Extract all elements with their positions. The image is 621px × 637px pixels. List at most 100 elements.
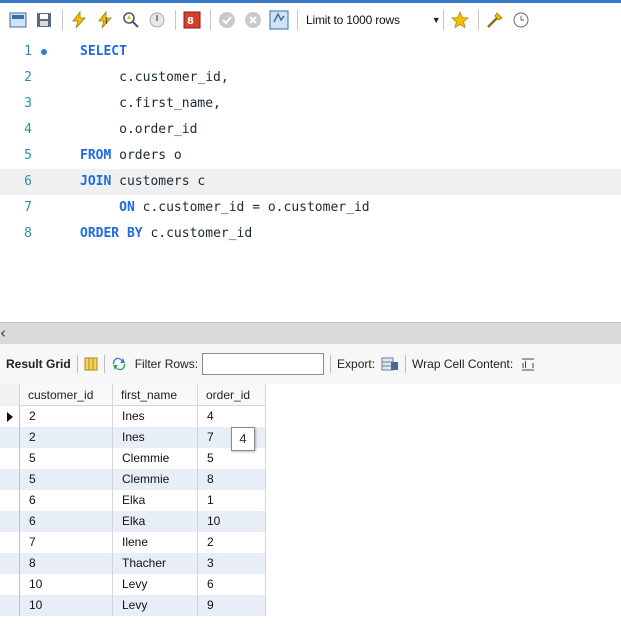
result-grid-tab[interactable]: Result Grid xyxy=(6,357,71,371)
row-selector[interactable] xyxy=(0,595,20,616)
toolbar-separator xyxy=(477,10,479,30)
table-row[interactable]: 5 Clemmie 8 xyxy=(0,469,266,490)
table-cell[interactable]: 10 xyxy=(198,511,266,532)
table-cell[interactable]: Ilene xyxy=(113,532,198,553)
table-cell[interactable]: 7 xyxy=(20,532,113,553)
code-text: c.first_name, xyxy=(80,96,221,111)
table-row[interactable]: 7 Ilene 2 xyxy=(0,532,266,553)
filter-refresh-icon[interactable] xyxy=(111,357,127,371)
sql-editor[interactable]: 1 SELECT 2 c.customer_id, 3 c.first_name… xyxy=(0,37,621,322)
form-editor-icon[interactable] xyxy=(84,357,98,371)
clock-icon[interactable] xyxy=(511,10,531,30)
table-row[interactable]: 6 Elka 1 xyxy=(0,490,266,511)
line-number: 6 xyxy=(24,174,32,189)
row-selector[interactable] xyxy=(0,490,20,511)
column-header-order-id[interactable]: order_id xyxy=(198,384,266,406)
table-cell[interactable]: 2 xyxy=(20,427,113,448)
row-selector[interactable] xyxy=(0,553,20,574)
table-cell[interactable]: 5 xyxy=(20,469,113,490)
row-selector[interactable] xyxy=(0,511,20,532)
statement-marker-icon xyxy=(41,49,47,55)
table-cell[interactable]: 9 xyxy=(198,595,266,616)
execute-current-icon[interactable]: I xyxy=(95,10,115,30)
table-cell[interactable]: 5 xyxy=(198,448,266,469)
svg-text:I: I xyxy=(524,360,527,371)
code-line: 7 ON c.customer_id = o.customer_id xyxy=(0,195,621,221)
table-cell[interactable]: 2 xyxy=(20,406,113,427)
table-cell[interactable]: Elka xyxy=(113,511,198,532)
table-row[interactable]: 2 Ines 7 xyxy=(0,427,266,448)
code-text: o.order_id xyxy=(80,122,198,137)
table-row[interactable]: 2 Ines 4 xyxy=(0,406,266,427)
table-cell[interactable]: Elka xyxy=(113,490,198,511)
code-text: c.customer_id, xyxy=(80,70,229,85)
table-cell[interactable]: 4 xyxy=(198,406,266,427)
explain-icon[interactable] xyxy=(121,10,141,30)
table-row[interactable]: 10 Levy 6 xyxy=(0,574,266,595)
svg-text:I: I xyxy=(105,17,108,27)
code-line: 3 c.first_name, xyxy=(0,91,621,117)
result-grid[interactable]: customer_id first_name order_id 2 Ines 4… xyxy=(0,384,621,637)
sql-editor-toolbar: I 8 Limit to 1000 rows ▼ xyxy=(0,3,621,37)
table-row[interactable]: 8 Thacher 3 xyxy=(0,553,266,574)
table-cell[interactable]: Ines xyxy=(113,406,198,427)
table-cell[interactable]: 3 xyxy=(198,553,266,574)
table-cell[interactable]: 6 xyxy=(20,490,113,511)
export-icon[interactable] xyxy=(381,356,399,372)
table-cell[interactable]: Levy xyxy=(113,595,198,616)
row-selector[interactable] xyxy=(0,574,20,595)
table-cell[interactable]: 5 xyxy=(20,448,113,469)
commit-icon[interactable] xyxy=(217,10,237,30)
stop-icon[interactable] xyxy=(147,10,167,30)
code-line: 1 SELECT xyxy=(0,39,621,65)
filter-rows-input[interactable] xyxy=(202,353,325,375)
column-header-first-name[interactable]: first_name xyxy=(113,384,198,406)
open-folder-icon[interactable] xyxy=(8,10,28,30)
scroll-left-icon[interactable]: ‹ xyxy=(0,323,6,343)
save-icon[interactable] xyxy=(34,10,54,30)
table-row[interactable]: 10 Levy 9 xyxy=(0,595,266,616)
table-cell[interactable]: 8 xyxy=(20,553,113,574)
svg-text:8: 8 xyxy=(187,16,194,27)
line-number: 5 xyxy=(24,148,32,163)
table-cell[interactable]: Ines xyxy=(113,427,198,448)
code-text: JOIN customers c xyxy=(80,174,206,189)
table-cell[interactable]: Clemmie xyxy=(113,448,198,469)
table-cell[interactable]: 6 xyxy=(20,511,113,532)
toggle-error-icon[interactable]: 8 xyxy=(182,10,202,30)
favorite-icon[interactable] xyxy=(450,10,470,30)
row-selector[interactable] xyxy=(0,469,20,490)
limit-rows-select[interactable]: Limit to 1000 rows ▼ xyxy=(306,9,441,31)
code-text: ON c.customer_id = o.customer_id xyxy=(80,200,370,215)
table-row[interactable]: 5 Clemmie 5 xyxy=(0,448,266,469)
table-cell[interactable]: 2 xyxy=(198,532,266,553)
row-selector[interactable] xyxy=(0,406,20,427)
execute-icon[interactable] xyxy=(69,10,89,30)
code-text: FROM orders o xyxy=(80,148,182,163)
table-cell[interactable]: 6 xyxy=(198,574,266,595)
row-header-corner xyxy=(0,384,20,406)
table-cell[interactable]: Clemmie xyxy=(113,469,198,490)
row-selector[interactable] xyxy=(0,532,20,553)
table-cell[interactable]: Levy xyxy=(113,574,198,595)
beautify-icon[interactable] xyxy=(485,10,505,30)
toolbar-separator xyxy=(330,355,332,373)
table-row[interactable]: 6 Elka 10 xyxy=(0,511,266,532)
table-cell[interactable]: 8 xyxy=(198,469,266,490)
code-line: 8 ORDER BY c.customer_id xyxy=(0,221,621,247)
code-line-current: 6 JOIN customers c xyxy=(0,169,621,195)
line-number: 1 xyxy=(24,44,32,59)
rollback-icon[interactable] xyxy=(243,10,263,30)
wrap-cell-icon[interactable]: I xyxy=(521,357,535,371)
table-cell[interactable]: 10 xyxy=(20,574,113,595)
row-selector[interactable] xyxy=(0,448,20,469)
autocommit-icon[interactable] xyxy=(269,10,289,30)
code-line: 5 FROM orders o xyxy=(0,143,621,169)
table-cell[interactable]: 1 xyxy=(198,490,266,511)
column-header-customer-id[interactable]: customer_id xyxy=(20,384,113,406)
horizontal-scrollbar[interactable]: ‹ xyxy=(0,322,621,344)
toolbar-separator xyxy=(175,10,176,30)
table-cell[interactable]: Thacher xyxy=(113,553,198,574)
row-selector[interactable] xyxy=(0,427,20,448)
table-cell[interactable]: 10 xyxy=(20,595,113,616)
